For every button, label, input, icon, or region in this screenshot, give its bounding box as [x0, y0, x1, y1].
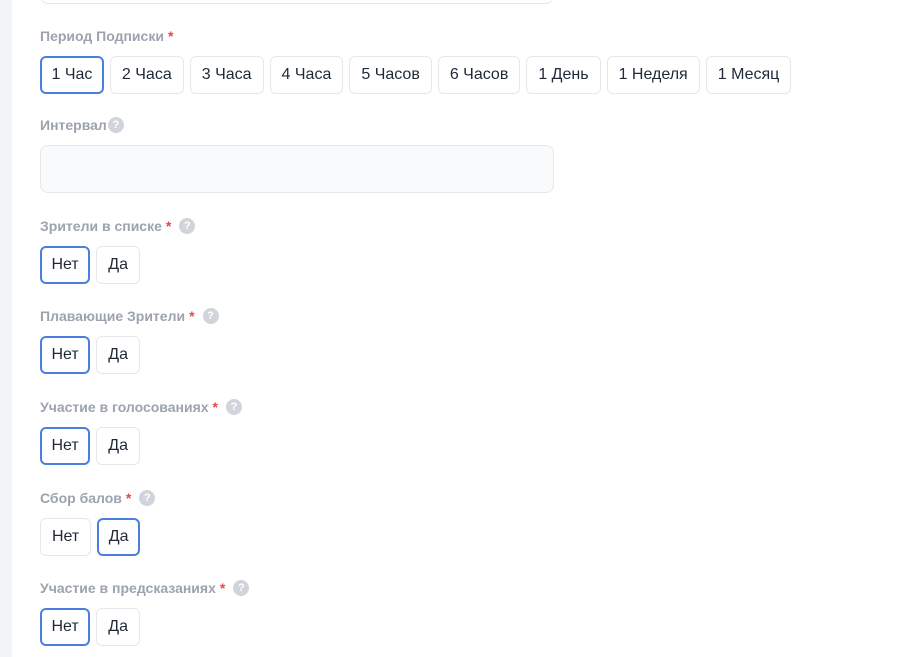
voting-participation-label: Участие в голосованиях * ?	[40, 399, 242, 415]
viewers-in-list-no-button[interactable]: Нет	[40, 246, 91, 284]
viewers-in-list-toggle: Нет Да	[40, 246, 140, 284]
points-collection-label: Сбор балов * ?	[40, 490, 156, 506]
floating-viewers-label-text: Плавающие Зрители	[40, 308, 186, 324]
voting-participation-yes-button[interactable]: Да	[96, 427, 140, 465]
predictions-participation-yes-button[interactable]: Да	[96, 608, 140, 646]
period-option-2-hours[interactable]: 2 Часа	[109, 56, 184, 94]
required-asterisk: *	[219, 580, 226, 596]
help-icon[interactable]: ?	[139, 490, 156, 506]
points-collection-label-text: Сбор балов	[40, 490, 122, 506]
viewers-in-list-label: Зрители в списке * ?	[40, 218, 196, 234]
floating-viewers-no-button[interactable]: Нет	[40, 336, 91, 374]
period-option-1-month[interactable]: 1 Месяц	[705, 56, 792, 94]
period-option-1-week[interactable]: 1 Неделя	[606, 56, 700, 94]
interval-input[interactable]	[40, 145, 554, 193]
viewers-in-list-label-text: Зрители в списке	[40, 218, 162, 234]
voting-participation-label-text: Участие в голосованиях	[40, 399, 209, 415]
required-asterisk: *	[167, 28, 174, 44]
viewers-in-list-yes-button[interactable]: Да	[96, 246, 140, 284]
subscription-period-label: Период Подписки *	[40, 28, 173, 44]
predictions-participation-toggle: Нет Да	[40, 608, 140, 646]
floating-viewers-yes-button[interactable]: Да	[96, 336, 140, 374]
voting-participation-no-button[interactable]: Нет	[40, 427, 91, 465]
interval-label: Интервал ?	[40, 117, 124, 133]
period-option-5-hours[interactable]: 5 Часов	[349, 56, 432, 94]
settings-form-panel: Период Подписки * 1 Час 2 Часа 3 Часа 4 …	[12, 0, 913, 657]
help-icon[interactable]: ?	[179, 218, 196, 234]
floating-viewers-label: Плавающие Зрители * ?	[40, 308, 219, 324]
period-option-3-hours[interactable]: 3 Часа	[189, 56, 264, 94]
subscription-period-options: 1 Час 2 Часа 3 Часа 4 Часа 5 Часов 6 Час…	[40, 56, 792, 94]
help-icon[interactable]: ?	[226, 399, 242, 415]
period-option-4-hours[interactable]: 4 Часа	[269, 56, 344, 94]
floating-viewers-toggle: Нет Да	[40, 336, 140, 374]
required-asterisk: *	[125, 490, 132, 506]
required-asterisk: *	[165, 218, 172, 234]
points-collection-yes-button[interactable]: Да	[97, 518, 140, 556]
points-collection-toggle: Нет Да	[40, 518, 140, 556]
required-asterisk: *	[212, 399, 218, 415]
period-option-6-hours[interactable]: 6 Часов	[437, 56, 521, 94]
interval-label-text: Интервал	[40, 117, 107, 133]
help-icon[interactable]: ?	[202, 308, 219, 324]
predictions-participation-label-text: Участие в предсказаниях	[40, 580, 216, 596]
points-collection-no-button[interactable]: Нет	[40, 518, 92, 556]
predictions-participation-no-button[interactable]: Нет	[40, 608, 91, 646]
period-option-1-day[interactable]: 1 День	[526, 56, 601, 94]
help-icon[interactable]: ?	[107, 117, 124, 133]
previous-field-input[interactable]	[40, 0, 554, 4]
subscription-period-label-text: Период Подписки	[40, 28, 164, 44]
required-asterisk: *	[189, 308, 195, 324]
predictions-participation-label: Участие в предсказаниях * ?	[40, 580, 250, 596]
voting-participation-toggle: Нет Да	[40, 427, 140, 465]
help-icon[interactable]: ?	[233, 580, 250, 596]
period-option-1-hour[interactable]: 1 Час	[40, 56, 104, 94]
